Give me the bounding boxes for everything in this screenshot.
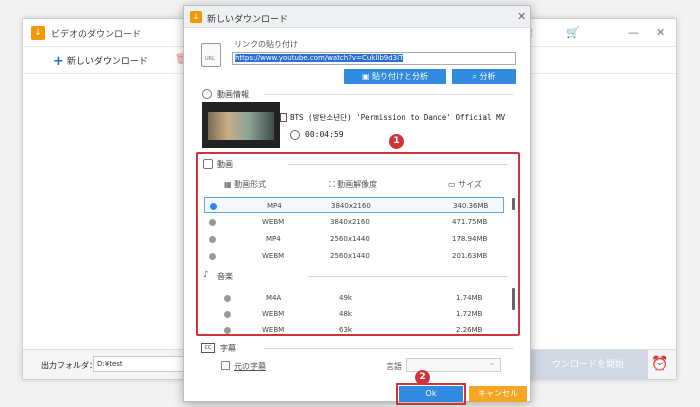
video-row-webm-3840[interactable]: WEBM 3840x2160 471.75MB <box>204 214 504 230</box>
video-section-label: 動画 <box>217 160 233 169</box>
paste-and-analyze-label: 貼り付けと分析 <box>372 72 429 81</box>
paste-link-label: リンクの貼り付け <box>234 40 298 49</box>
size-column-label: サイズ <box>458 180 482 189</box>
video-title: BTS (방탄소년단) 'Permission to Dance' Offici… <box>290 113 506 122</box>
dialog-logo-icon: ↓ <box>190 11 202 23</box>
row-bitrate: 63k <box>339 326 352 334</box>
original-subtitle-checkbox[interactable] <box>221 361 230 370</box>
clipboard-icon: ▣ <box>361 72 373 81</box>
new-download-dialog: ↓ 新しいダウンロード ✕ リンクの貼り付け https://www.youtu… <box>183 5 531 405</box>
row-resolution: 3840x2160 <box>330 218 370 226</box>
video-file-icon <box>280 113 287 122</box>
row-size: 1.72MB <box>456 310 483 318</box>
format-column-header: ▦ 動画形式 <box>224 179 266 190</box>
radio-icon <box>224 295 231 302</box>
alarm-clock-icon[interactable]: ⏰ <box>651 356 669 374</box>
resolution-column-header: ⛶ 動画解像度 <box>329 179 377 190</box>
step-badge-2: 2 <box>415 370 430 385</box>
cart-icon[interactable]: 🛒 <box>566 26 580 39</box>
start-download-button[interactable]: ウンロードを開始 <box>528 350 648 380</box>
url-input-value: https://www.youtube.com/watch?v=CuklIb9d… <box>235 54 404 62</box>
subtitle-section-label: 字幕 <box>220 344 236 353</box>
row-size: 340.36MB <box>453 202 489 210</box>
info-icon <box>202 89 212 99</box>
audio-row-webm-63k[interactable]: WEBM 63k 2.26MB <box>204 322 504 338</box>
cancel-button[interactable]: キャンセル <box>469 386 527 402</box>
video-row-mp4-2560[interactable]: MP4 2560x1440 178.94MB <box>204 231 504 247</box>
row-bitrate: 48k <box>339 310 352 318</box>
row-resolution: 2560x1440 <box>330 235 370 243</box>
cc-icon: CC <box>201 343 215 353</box>
search-icon: ⌕ <box>472 72 480 81</box>
music-note-icon: ♪ <box>203 270 209 280</box>
url-document-icon <box>201 43 221 67</box>
row-size: 471.75MB <box>452 218 488 226</box>
dialog-titlebar: ↓ 新しいダウンロード ✕ <box>184 6 530 28</box>
row-format: WEBM <box>262 252 285 260</box>
row-size: 178.94MB <box>452 235 488 243</box>
output-folder-input[interactable]: D:¥test <box>93 356 193 372</box>
analyze-button[interactable]: ⌕ 分析 <box>452 69 516 84</box>
radio-icon <box>209 253 216 260</box>
row-bitrate: 49k <box>339 294 352 302</box>
divider <box>264 94 514 95</box>
row-format: MP4 <box>267 202 282 210</box>
dialog-close-icon[interactable]: ✕ <box>517 10 526 23</box>
row-format: MP4 <box>266 235 281 243</box>
format-selection-panel: 動画 ▦ 動画形式 ⛶ 動画解像度 ▭ サイズ MP4 3840x2160 34… <box>196 152 520 336</box>
radio-icon <box>209 219 216 226</box>
dialog-title: 新しいダウンロード <box>207 15 289 25</box>
close-icon[interactable]: ✕ <box>656 26 665 39</box>
format-column-label: 動画形式 <box>234 180 267 189</box>
analyze-label: 分析 <box>479 72 496 81</box>
audio-row-webm-48k[interactable]: WEBM 48k 1.72MB <box>204 306 504 322</box>
selected-check-icon <box>210 203 217 210</box>
row-format: WEBM <box>262 326 285 334</box>
audio-list-scrollbar[interactable] <box>512 288 515 310</box>
video-row-webm-2560[interactable]: WEBM 2560x1440 201.63MB <box>204 248 504 264</box>
video-row-mp4-3840[interactable]: MP4 3840x2160 340.36MB <box>204 197 504 213</box>
radio-icon <box>224 311 231 318</box>
new-download-button[interactable]: + 新しいダウンロード <box>53 54 148 69</box>
row-resolution: 3840x2160 <box>331 202 371 210</box>
plus-icon: + <box>53 54 64 69</box>
row-size: 1.74MB <box>456 294 483 302</box>
new-download-label: 新しいダウンロード <box>66 57 148 67</box>
radio-icon <box>224 327 231 334</box>
folder-icon: ▭ <box>448 180 459 189</box>
row-format: M4A <box>266 294 282 302</box>
resolution-column-label: 動画解像度 <box>337 180 378 189</box>
resolution-icon: ⛶ <box>329 180 338 189</box>
format-icon: ▦ <box>224 180 235 189</box>
clock-icon <box>290 130 300 140</box>
row-resolution: 2560x1440 <box>330 252 370 260</box>
output-folder-label: 出力フォルダ： <box>41 361 97 370</box>
ok-button[interactable]: Ok <box>396 383 466 405</box>
video-duration: 00:04:59 <box>305 130 344 139</box>
original-subtitle-label: 元の字幕 <box>234 362 266 371</box>
video-info-label: 動画情報 <box>217 90 249 99</box>
row-format: WEBM <box>262 310 285 318</box>
main-window-title: ビデオのダウンロード <box>51 30 142 40</box>
film-icon <box>203 159 213 169</box>
audio-section-label: 音楽 <box>217 272 233 281</box>
size-column-header: ▭ サイズ <box>448 179 482 190</box>
paste-and-analyze-button[interactable]: ▣ 貼り付けと分析 <box>344 69 446 84</box>
divider <box>264 348 514 349</box>
row-size: 2.26MB <box>456 326 483 334</box>
url-input[interactable]: https://www.youtube.com/watch?v=CuklIb9d… <box>232 52 516 65</box>
step-badge-1: 1 <box>389 134 404 149</box>
video-thumbnail <box>202 102 280 148</box>
minimize-icon[interactable]: — <box>628 26 639 39</box>
divider <box>308 276 508 277</box>
app-logo-icon: ↓ <box>31 26 45 40</box>
row-format: WEBM <box>262 218 285 226</box>
thumbnail-image <box>208 112 274 140</box>
video-list-scrollbar[interactable] <box>512 198 515 210</box>
radio-icon <box>209 236 216 243</box>
audio-row-m4a-49k[interactable]: M4A 49k 1.74MB <box>204 290 504 306</box>
language-label: 言語 <box>386 362 402 371</box>
divider <box>288 164 508 165</box>
row-size: 201.63MB <box>452 252 488 260</box>
